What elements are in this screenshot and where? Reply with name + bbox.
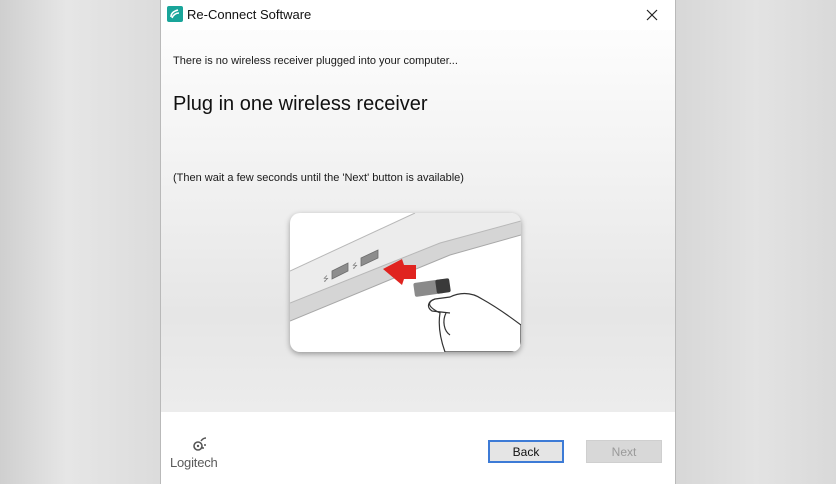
usb-receiver-illustration: ⭍ ⭍ [290, 213, 521, 352]
logitech-mark-icon [193, 437, 207, 451]
svg-text:⭍: ⭍ [323, 275, 329, 283]
next-button[interactable]: Next [586, 440, 662, 463]
close-button[interactable] [629, 0, 675, 30]
window-title: Re-Connect Software [187, 7, 312, 22]
page-heading: Plug in one wireless receiver [173, 93, 428, 115]
brand-name: Logitech [170, 455, 218, 470]
reconnect-dialog: Re-Connect Software There is no wireless… [160, 0, 676, 484]
close-icon [646, 9, 658, 21]
app-icon [167, 6, 183, 22]
instruction-hint: (Then wait a few seconds until the 'Next… [173, 172, 464, 184]
svg-text:⭍: ⭍ [352, 262, 358, 270]
logitech-logo: Logitech [170, 434, 230, 474]
dialog-footer: Logitech Back Next [161, 412, 675, 484]
desktop-backdrop [676, 0, 836, 484]
title-bar[interactable]: Re-Connect Software [161, 0, 675, 30]
back-button[interactable]: Back [488, 440, 564, 463]
status-message: There is no wireless receiver plugged in… [173, 55, 458, 67]
